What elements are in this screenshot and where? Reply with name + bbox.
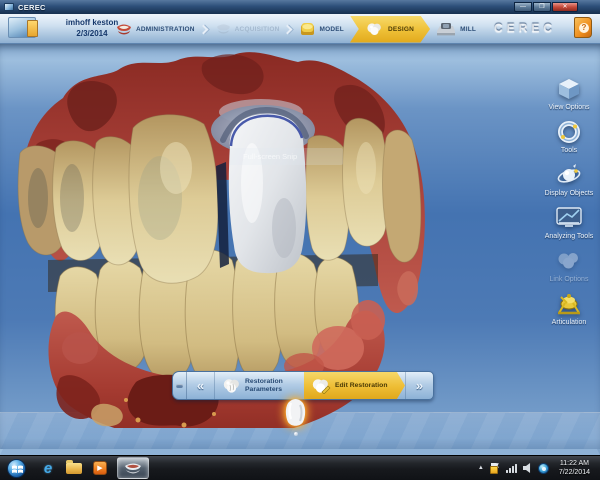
tool-sidebar: View Options Tools Display Objects bbox=[540, 76, 598, 334]
minimize-button[interactable]: — bbox=[514, 2, 532, 12]
start-button[interactable] bbox=[7, 459, 26, 478]
maximize-button[interactable]: ❐ bbox=[533, 2, 551, 12]
phase-tabs: ADMINISTRATION ACQUISITION bbox=[112, 14, 480, 44]
design-icon bbox=[366, 22, 383, 36]
restoration-thumbnail[interactable] bbox=[283, 398, 308, 427]
link-options-icon bbox=[554, 248, 584, 274]
sidebar-item-articulation[interactable]: Articulation bbox=[542, 291, 596, 327]
tab-mill[interactable]: MILL bbox=[432, 14, 480, 44]
file-explorer-icon[interactable] bbox=[61, 457, 87, 480]
step-edit-restoration[interactable]: Edit Restoration bbox=[304, 372, 405, 399]
sidebar-item-display-objects[interactable]: Display Objects bbox=[542, 162, 596, 198]
taskbar-cerec-app-button[interactable] bbox=[117, 457, 149, 479]
sidebar-item-tools[interactable]: Tools bbox=[542, 119, 596, 155]
windows-flag-icon bbox=[12, 464, 23, 475]
help-button[interactable]: ? bbox=[574, 17, 592, 38]
media-player-icon[interactable]: ▶ bbox=[87, 457, 113, 480]
next-step-button[interactable]: » bbox=[405, 372, 433, 399]
windows-taskbar: e ▶ ▲ 11:22 AM 7/22/2014 bbox=[0, 455, 600, 480]
tab-design[interactable]: DESIGN bbox=[350, 16, 430, 43]
sidebar-item-analyzing-tools[interactable]: Analyzing Tools bbox=[542, 205, 596, 241]
cerec-window: CEREC — ❐ ✕ imhoff keston 2/3/2014 bbox=[0, 0, 600, 455]
model-icon bbox=[300, 22, 315, 36]
chevron-right-icon bbox=[198, 24, 208, 34]
phase-bar: imhoff keston 2/3/2014 ADMINISTRATION bbox=[0, 14, 600, 44]
tab-model[interactable]: MODEL bbox=[296, 14, 347, 44]
tab-administration[interactable]: ADMINISTRATION bbox=[112, 14, 199, 44]
internet-explorer-icon[interactable]: e bbox=[35, 457, 61, 480]
step-indicator-dot bbox=[294, 432, 298, 436]
tray-app-icon[interactable] bbox=[538, 463, 549, 474]
sidebar-item-view-options[interactable]: View Options bbox=[542, 76, 596, 112]
close-button[interactable]: ✕ bbox=[552, 2, 578, 12]
taskbar-clock[interactable]: 11:22 AM 7/22/2014 bbox=[555, 459, 594, 477]
tab-acquisition[interactable]: ACQUISITION bbox=[212, 14, 284, 44]
restoration-parameters-icon bbox=[222, 378, 241, 394]
window-title: CEREC bbox=[18, 3, 46, 12]
network-icon[interactable] bbox=[506, 463, 517, 473]
articulation-icon bbox=[554, 291, 584, 317]
viewport-3d[interactable]: Full-screen Snip View Options Tools bbox=[0, 44, 600, 449]
desktop: CEREC — ❐ ✕ imhoff keston 2/3/2014 bbox=[0, 0, 600, 480]
step-toolbar: « Restoration Parameters Edit Restoratio… bbox=[172, 371, 434, 400]
sidebar-item-link-options[interactable]: Link Options bbox=[542, 248, 596, 284]
snip-watermark: Full-screen Snip bbox=[229, 148, 343, 165]
administration-icon bbox=[116, 23, 132, 36]
edit-restoration-icon bbox=[311, 378, 331, 394]
cerec-app-icon bbox=[124, 462, 142, 475]
cerec-logo: CEREC bbox=[494, 21, 556, 35]
analyzing-tools-icon bbox=[554, 205, 584, 231]
system-menu-icon[interactable] bbox=[8, 17, 36, 38]
action-center-icon[interactable] bbox=[490, 463, 500, 474]
previous-step-button[interactable]: « bbox=[187, 372, 215, 399]
step-restoration-parameters[interactable]: Restoration Parameters bbox=[215, 372, 304, 399]
acquisition-icon bbox=[216, 23, 231, 35]
clock-time: 11:22 AM bbox=[559, 459, 590, 468]
clock-date: 7/22/2014 bbox=[559, 468, 590, 477]
toolbar-handle-icon[interactable] bbox=[173, 372, 187, 399]
display-objects-icon bbox=[554, 162, 584, 188]
tools-icon bbox=[554, 119, 584, 145]
volume-icon[interactable] bbox=[523, 463, 532, 473]
tray-expand-icon[interactable]: ▲ bbox=[478, 465, 484, 471]
app-icon bbox=[4, 3, 14, 11]
system-tray: ▲ 11:22 AM 7/22/2014 bbox=[478, 459, 600, 477]
view-options-icon bbox=[554, 76, 584, 102]
chevron-right-icon bbox=[283, 24, 293, 34]
title-bar[interactable]: CEREC — ❐ ✕ bbox=[0, 0, 600, 14]
mill-icon bbox=[436, 22, 456, 37]
